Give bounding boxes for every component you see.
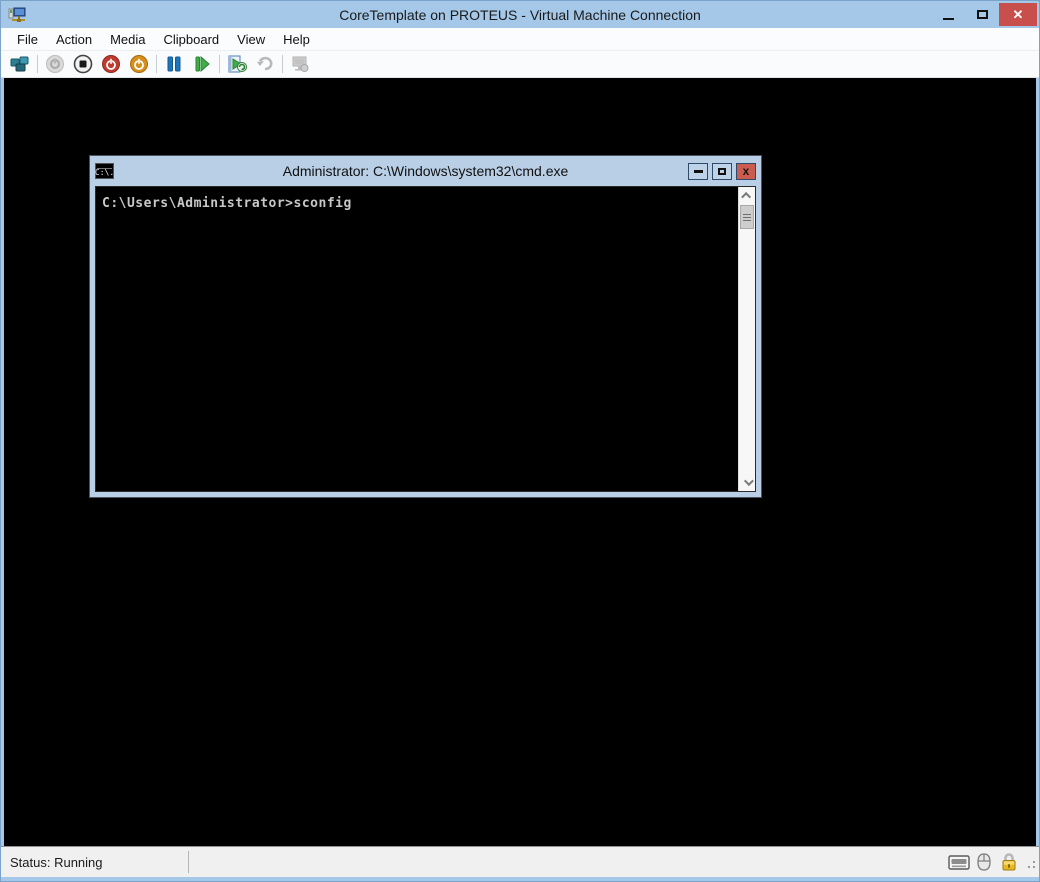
turn-off-icon — [73, 54, 93, 74]
menu-file[interactable]: File — [9, 30, 46, 49]
shut-down-button[interactable] — [97, 52, 125, 76]
reset-button[interactable] — [188, 52, 216, 76]
turn-off-button[interactable] — [69, 52, 97, 76]
toolbar-separator — [156, 55, 157, 73]
scrollbar-thumb[interactable] — [740, 205, 754, 229]
status-text: Status: Running — [1, 855, 103, 870]
status-bar: Status: Running — [1, 846, 1039, 877]
start-icon — [45, 54, 65, 74]
menu-media[interactable]: Media — [102, 30, 153, 49]
toolbar — [1, 51, 1039, 78]
vmconnect-app-icon — [7, 5, 27, 25]
cmd-window-title: Administrator: C:\Windows\system32\cmd.e… — [90, 163, 761, 179]
scroll-down-button[interactable] — [739, 474, 755, 491]
cmd-console[interactable]: C:\Users\Administrator>sconfig — [95, 186, 756, 492]
cmd-minimize-button[interactable] — [688, 163, 708, 180]
toolbar-separator — [282, 55, 283, 73]
cmd-prompt-icon: C:\. — [95, 163, 114, 179]
menu-action[interactable]: Action — [48, 30, 100, 49]
cmd-maximize-button[interactable] — [712, 163, 732, 180]
menu-bar: File Action Media Clipboard View Help — [1, 28, 1039, 51]
statusbar-divider — [188, 851, 189, 873]
keyboard-icon — [948, 851, 970, 873]
enhanced-session-button — [286, 52, 314, 76]
minimize-button[interactable] — [931, 1, 965, 28]
window-bottom-border — [1, 877, 1039, 881]
cmd-window: C:\. Administrator: C:\Windows\system32\… — [89, 155, 762, 498]
ctrl-alt-del-button[interactable] — [6, 52, 34, 76]
window-title: CoreTemplate on PROTEUS - Virtual Machin… — [1, 7, 1039, 23]
pause-button[interactable] — [160, 52, 188, 76]
checkpoint-button[interactable] — [223, 52, 251, 76]
save-state-icon — [129, 54, 149, 74]
title-bar: CoreTemplate on PROTEUS - Virtual Machin… — [1, 1, 1039, 28]
enhanced-session-icon — [289, 54, 311, 74]
close-button[interactable]: ✕ — [999, 3, 1037, 26]
revert-button — [251, 52, 279, 76]
menu-clipboard[interactable]: Clipboard — [156, 30, 228, 49]
console-text: C:\Users\Administrator>sconfig — [96, 187, 755, 211]
statusbar-icons — [948, 851, 1039, 873]
shut-down-icon — [101, 54, 121, 74]
ctrl-alt-del-icon — [9, 54, 31, 74]
menu-view[interactable]: View — [229, 30, 273, 49]
mouse-icon — [973, 851, 995, 873]
menu-help[interactable]: Help — [275, 30, 318, 49]
window-controls: ✕ — [931, 1, 1039, 28]
revert-icon — [255, 54, 275, 74]
vm-screen[interactable]: C:\. Administrator: C:\Windows\system32\… — [4, 78, 1036, 846]
vmconnect-window: CoreTemplate on PROTEUS - Virtual Machin… — [0, 0, 1040, 882]
toolbar-separator — [219, 55, 220, 73]
maximize-button[interactable] — [965, 1, 999, 28]
save-button[interactable] — [125, 52, 153, 76]
cmd-window-controls: x — [688, 163, 756, 180]
scroll-up-button[interactable] — [739, 187, 755, 204]
toolbar-separator — [37, 55, 38, 73]
checkpoint-icon — [226, 54, 248, 74]
reset-icon — [192, 54, 212, 74]
cmd-close-button[interactable]: x — [736, 163, 756, 180]
resize-grip[interactable] — [1025, 856, 1035, 868]
lock-icon — [998, 851, 1020, 873]
pause-icon — [164, 54, 184, 74]
cmd-title-bar[interactable]: C:\. Administrator: C:\Windows\system32\… — [90, 156, 761, 186]
start-button — [41, 52, 69, 76]
cmd-scrollbar[interactable] — [738, 187, 755, 491]
